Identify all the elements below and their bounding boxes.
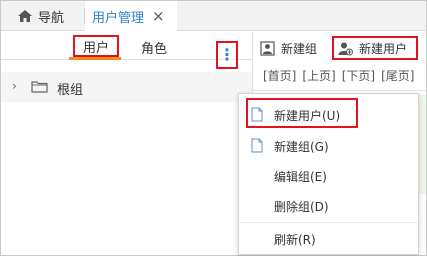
menu-separator	[239, 222, 418, 223]
tab-navigation[interactable]: 导航	[1, 1, 84, 31]
subtab-active-indicator	[69, 57, 121, 60]
new-group-button[interactable]: 新建组	[260, 36, 317, 60]
document-icon	[251, 107, 263, 122]
menu-item-delete-group[interactable]: 删除组(D)	[239, 191, 418, 221]
menu-item-refresh[interactable]: 刷新(R)	[239, 224, 418, 254]
menu-item-delete-group-label: 删除组(D)	[274, 200, 329, 214]
menu-item-edit-group-label: 编辑组(E)	[274, 170, 327, 184]
tab-user-management-label: 用户管理	[92, 10, 145, 26]
pager-last[interactable]: [尾页]	[381, 67, 414, 84]
menu-item-refresh-label: 刷新(R)	[274, 233, 316, 247]
pager-prev[interactable]: [上页]	[302, 67, 335, 84]
toolbar-divider	[253, 90, 426, 91]
table-row-highlight	[419, 94, 426, 194]
menu-item-edit-group[interactable]: 编辑组(E)	[239, 161, 418, 191]
chevron-right-icon[interactable]: ›	[12, 79, 17, 93]
subtab-role[interactable]: 角色	[141, 38, 167, 57]
pager: [首页] [上页] [下页] [尾页]	[263, 67, 415, 84]
user-group-icon	[260, 40, 275, 56]
pager-first[interactable]: [首页]	[263, 67, 296, 84]
tab-bar: 导航 用户管理 ×	[1, 1, 426, 31]
subtab-bar: 用户 角色	[1, 32, 252, 60]
document-icon	[251, 138, 263, 153]
menu-item-new-user[interactable]: 新建用户(U)	[239, 100, 418, 130]
left-pane: 用户 角色 › 根组	[1, 32, 252, 255]
menu-item-new-group-label: 新建组(G)	[274, 140, 329, 154]
menu-item-new-group[interactable]: 新建组(G)	[239, 131, 418, 161]
add-user-icon	[338, 42, 353, 55]
close-icon[interactable]: ×	[152, 8, 165, 24]
pager-next[interactable]: [下页]	[342, 67, 375, 84]
folder-icon	[31, 81, 48, 93]
new-user-label: 新建用户	[359, 41, 408, 56]
menu-item-new-user-label: 新建用户(U)	[274, 109, 341, 123]
context-menu: 新建用户(U) 新建组(G) 编辑组(E) 删除组(D) 刷新(R)	[238, 93, 419, 255]
more-vertical-icon[interactable]: ⋮	[216, 41, 238, 69]
tab-navigation-label: 导航	[38, 10, 65, 26]
new-user-button[interactable]: 新建用户	[332, 36, 418, 60]
tree-row-root-group[interactable]: › 根组	[1, 72, 252, 102]
tree-label-root-group: 根组	[57, 83, 84, 98]
home-icon	[18, 10, 32, 22]
subtab-user[interactable]: 用户	[73, 35, 119, 57]
new-group-label: 新建组	[281, 41, 318, 56]
